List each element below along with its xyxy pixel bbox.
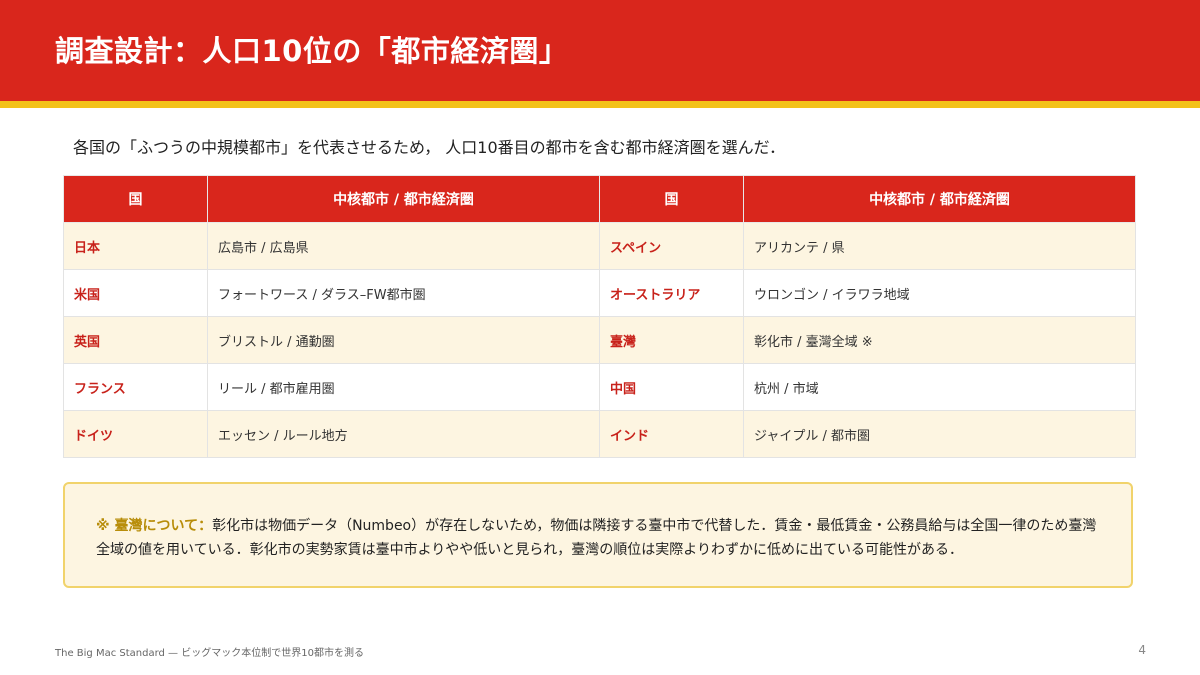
metro-cell: ウロンゴン / イラワラ地域: [743, 269, 1136, 317]
lead-text: 各国の「ふつうの中規模都市」を代表させるため， 人口10番目の都市を含む都市経済…: [73, 138, 786, 157]
note-text: 彰化市は物価データ（Numbeo）が存在しないため，物価は隣接する臺中市で代替し…: [96, 518, 1097, 558]
metro-cell: エッセン / ルール地方: [207, 410, 600, 458]
metro-cell: アリカンテ / 県: [743, 222, 1136, 270]
metro-cell: リール / 都市雇用圏: [207, 363, 600, 411]
column-header-metro-left: 中核都市 / 都市経済圏: [207, 175, 600, 223]
page-number: 4: [1138, 643, 1146, 657]
metro-cell: ブリストル / 通勤圏: [207, 316, 600, 364]
country-cell: フランス: [63, 363, 208, 411]
country-cell: ドイツ: [63, 410, 208, 458]
table-row: フランス リール / 都市雇用圏 中国 杭州 / 市域: [63, 363, 1136, 411]
taiwan-note-box: ※ 臺灣について：彰化市は物価データ（Numbeo）が存在しないため，物価は隣接…: [63, 482, 1133, 588]
accent-stripe: [0, 101, 1200, 108]
column-header-country-right: 国: [599, 175, 744, 223]
country-cell: 英国: [63, 316, 208, 364]
country-cell: インド: [599, 410, 744, 458]
metro-cell: 広島市 / 広島県: [207, 222, 600, 270]
city-table: 国 中核都市 / 都市経済圏 国 中核都市 / 都市経済圏 日本 広島市 / 広…: [63, 175, 1136, 458]
table-row: 米国 フォートワース / ダラス–FW都市圏 オーストラリア ウロンゴン / イ…: [63, 269, 1136, 317]
country-cell: 日本: [63, 222, 208, 270]
table-row: ドイツ エッセン / ルール地方 インド ジャイプル / 都市圏: [63, 410, 1136, 458]
table-row: 日本 広島市 / 広島県 スペイン アリカンテ / 県: [63, 222, 1136, 270]
metro-cell: 杭州 / 市域: [743, 363, 1136, 411]
page-title: 調査設計：人口10位の「都市経済圏」: [55, 34, 569, 68]
country-cell: オーストラリア: [599, 269, 744, 317]
country-cell: スペイン: [599, 222, 744, 270]
column-header-country-left: 国: [63, 175, 208, 223]
note-label: ※ 臺灣について：: [96, 518, 213, 534]
metro-cell: 彰化市 / 臺灣全域 ※: [743, 316, 1136, 364]
footer-text: The Big Mac Standard — ビッグマック本位制で世界10都市を…: [55, 648, 364, 659]
table-row: 英国 ブリストル / 通勤圏 臺灣 彰化市 / 臺灣全域 ※: [63, 316, 1136, 364]
table-header-row: 国 中核都市 / 都市経済圏 国 中核都市 / 都市経済圏: [63, 175, 1136, 223]
metro-cell: フォートワース / ダラス–FW都市圏: [207, 269, 600, 317]
country-cell: 臺灣: [599, 316, 744, 364]
column-header-metro-right: 中核都市 / 都市経済圏: [743, 175, 1136, 223]
title-bar: 調査設計：人口10位の「都市経済圏」: [0, 0, 1200, 101]
country-cell: 米国: [63, 269, 208, 317]
metro-cell: ジャイプル / 都市圏: [743, 410, 1136, 458]
country-cell: 中国: [599, 363, 744, 411]
